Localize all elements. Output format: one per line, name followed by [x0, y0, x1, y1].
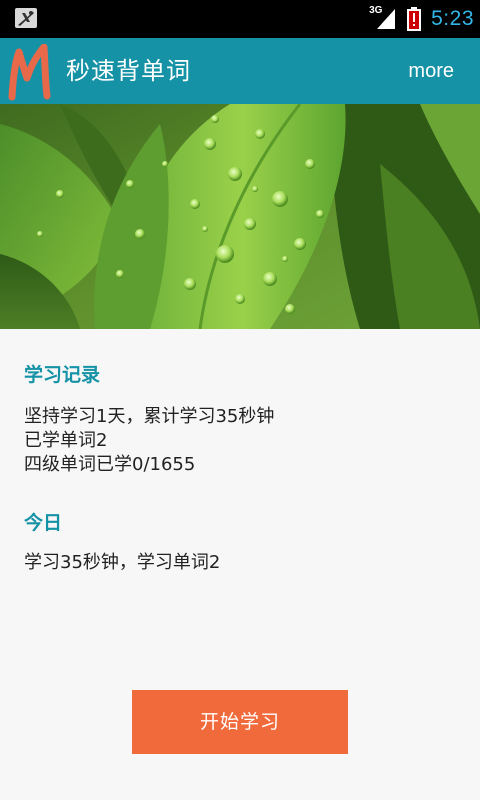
status-right-area: 3G 5:23: [369, 0, 474, 38]
record-lines: 坚持学习1天，累计学习35秒钟 已学单词2 四级单词已学0/1655: [24, 405, 274, 477]
app-logo-icon: [8, 44, 51, 101]
app-title: 秒速背单词: [66, 57, 191, 85]
record-section-title: 学习记录: [24, 364, 101, 386]
record-line-cet4-progress: 四级单词已学0/1655: [24, 454, 196, 475]
today-summary: 学习35秒钟，学习单词2: [24, 552, 221, 573]
action-bar: 秒速背单词 more: [0, 38, 480, 104]
start-study-button[interactable]: 开始学习: [132, 690, 348, 754]
record-line-words-learned: 已学单词2: [24, 430, 108, 451]
record-line-streak: 坚持学习1天，累计学习35秒钟: [24, 406, 275, 427]
leaf-water-drops-image: [0, 104, 480, 329]
banner-image: [0, 104, 480, 329]
status-bar: 3G 5:23: [0, 0, 480, 38]
more-button[interactable]: more: [408, 38, 454, 104]
today-section-title: 今日: [24, 512, 63, 534]
notification-app-icon: [15, 8, 37, 28]
signal-3g-icon: 3G: [369, 5, 397, 31]
battery-low-icon: [407, 7, 422, 31]
network-type-label: 3G: [369, 5, 383, 16]
status-time: 5:23: [431, 7, 474, 30]
